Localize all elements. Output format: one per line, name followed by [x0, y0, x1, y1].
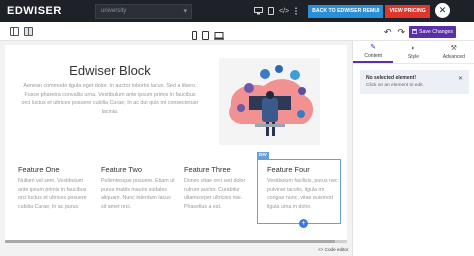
undo-icon[interactable]: ↶: [384, 27, 392, 38]
hero-title[interactable]: Edwiser Block: [55, 63, 165, 78]
close-icon[interactable]: ✕: [435, 3, 450, 18]
tablet-preview-icon[interactable]: [268, 7, 274, 15]
hero-text[interactable]: Aenean commodo ligula eget dolor. In auc…: [21, 82, 199, 117]
save-changes-label: Save Changes: [419, 29, 454, 35]
tab-advanced[interactable]: ⚒ Advanced: [434, 41, 474, 63]
code-editor-link[interactable]: <> Code editor: [318, 247, 348, 252]
editor-toolbar: ↶ ↷ Save Changes: [0, 22, 474, 41]
feature-column[interactable]: Feature Two Pellentesque posuere. Etiam …: [101, 159, 176, 212]
selection-outline: [257, 159, 341, 224]
tab-label: Content: [364, 53, 382, 59]
back-to-edwiser-button[interactable]: BACK TO EDWISER REMUI: [308, 4, 384, 18]
code-view-icon[interactable]: </>: [279, 8, 289, 15]
element-type-badge: DIV: [257, 152, 269, 159]
tab-label: Style: [407, 53, 420, 60]
feature-title: Feature Three: [184, 165, 231, 174]
editor-canvas: Edwiser Block Aenean commodo ligula eget…: [0, 41, 352, 256]
horizontal-scrollbar[interactable]: [5, 240, 347, 243]
feature-text: Pellentesque posuere. Etiam ut purus mat…: [101, 178, 175, 211]
scrollbar-thumb[interactable]: [5, 240, 335, 243]
feature-title: Feature One: [18, 165, 60, 174]
feature-text: Nullam vel sem. Vestibulum ante ipsum pr…: [18, 178, 87, 211]
notice-title: No selected element!: [366, 75, 417, 81]
desktop-preview-icon[interactable]: [254, 7, 263, 15]
wrench-icon: ⚒: [450, 45, 457, 52]
panel-toggle-icon[interactable]: [24, 27, 33, 36]
feature-text: Donec vitae orci sed dolor rutrum auctor…: [184, 178, 246, 211]
view-pricing-button[interactable]: VIEW PRICING: [385, 4, 430, 18]
brand-logo: EDWISER: [7, 5, 62, 17]
settings-icon[interactable]: [294, 7, 298, 15]
save-icon: [412, 28, 418, 36]
redo-icon[interactable]: ↷: [398, 27, 406, 38]
tab-content[interactable]: ✎ Content: [353, 41, 394, 63]
panel-tabs: ✎ Content ◐ Style ⚒ Advanced: [353, 41, 474, 64]
top-bar: EDWISER university ▾ </> BACK TO EDWISER…: [0, 0, 474, 22]
chevron-down-icon: ▾: [183, 7, 187, 15]
site-select-value: university: [101, 8, 127, 14]
brush-icon: ✎: [370, 44, 377, 51]
tab-label: Advanced: [442, 54, 465, 60]
developer-illustration[interactable]: [219, 58, 320, 145]
add-block-button[interactable]: +: [299, 219, 308, 228]
feature-title: Feature Two: [101, 165, 142, 174]
close-icon[interactable]: ✕: [458, 75, 463, 82]
notice-text: Click on an element to edit.: [366, 83, 424, 88]
site-select[interactable]: university ▾: [95, 3, 192, 19]
settings-panel: ✎ Content ◐ Style ⚒ Advanced No selected…: [352, 41, 474, 256]
tab-style[interactable]: ◐ Style: [393, 41, 433, 63]
feature-column[interactable]: Feature One Nullam vel sem. Vestibulum a…: [18, 159, 93, 212]
no-selection-notice: No selected element! Click on an element…: [360, 70, 469, 94]
device-preview-group: </>: [254, 7, 298, 15]
layout-toggle-icon[interactable]: [10, 27, 19, 36]
palette-icon: ◐: [411, 44, 416, 52]
feature-column[interactable]: Feature Three Donec vitae orci sed dolor…: [184, 159, 259, 212]
save-changes-button[interactable]: Save Changes: [409, 26, 457, 38]
